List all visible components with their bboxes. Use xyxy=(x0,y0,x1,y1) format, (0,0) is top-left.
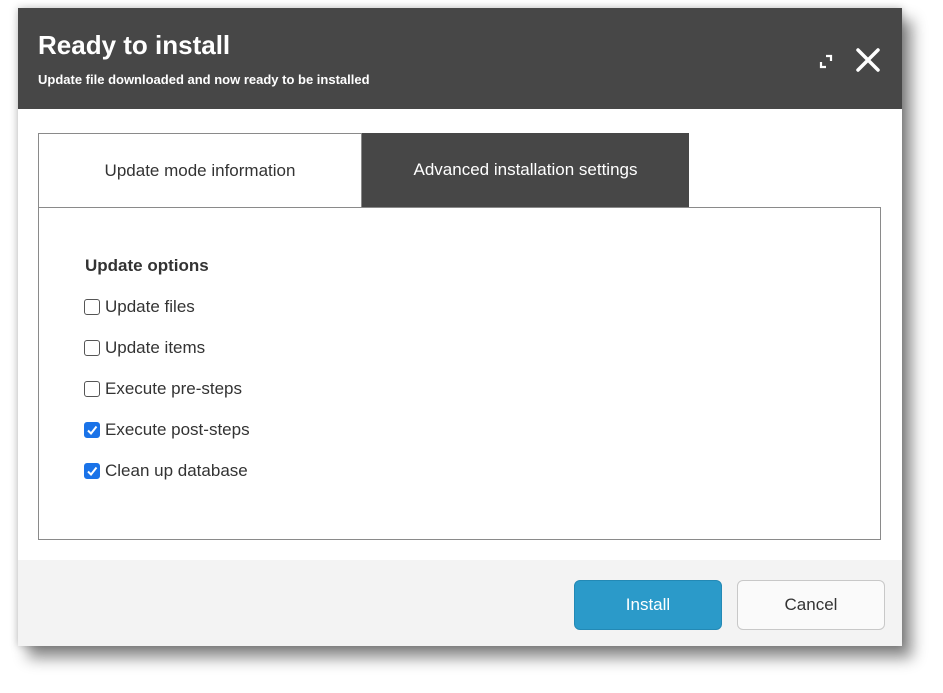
option-execute-pre-steps[interactable]: Execute pre-steps xyxy=(84,378,242,400)
install-dialog: Ready to install Update file downloaded … xyxy=(18,8,902,646)
tab-label: Update mode information xyxy=(104,160,296,180)
option-clean-up-database[interactable]: Clean up database xyxy=(84,460,248,482)
tab-panel: Update options Update files Update items… xyxy=(38,207,881,540)
option-label: Update items xyxy=(105,338,206,357)
execute-pre-steps-checkbox[interactable] xyxy=(84,381,100,397)
dialog-title: Ready to install xyxy=(38,30,231,60)
close-icon[interactable] xyxy=(854,46,882,74)
update-items-checkbox[interactable] xyxy=(84,340,100,356)
tab-update-mode-information[interactable]: Update mode information xyxy=(38,133,362,207)
cancel-button[interactable]: Cancel xyxy=(737,580,885,630)
execute-post-steps-checkbox[interactable] xyxy=(84,422,100,438)
option-label: Clean up database xyxy=(105,461,248,480)
tab-label: Advanced installation settings xyxy=(413,160,638,179)
tab-advanced-installation-settings[interactable]: Advanced installation settings xyxy=(362,133,689,207)
option-label: Execute post-steps xyxy=(105,420,250,439)
clean-up-database-checkbox[interactable] xyxy=(84,463,100,479)
install-button[interactable]: Install xyxy=(574,580,722,630)
maximize-icon[interactable] xyxy=(817,53,835,71)
option-update-files[interactable]: Update files xyxy=(84,296,195,318)
dialog-header: Ready to install Update file downloaded … xyxy=(18,8,902,109)
dialog-footer: Install Cancel xyxy=(18,560,902,646)
dialog-subtitle: Update file downloaded and now ready to … xyxy=(38,72,370,87)
option-execute-post-steps[interactable]: Execute post-steps xyxy=(84,419,250,441)
option-update-items[interactable]: Update items xyxy=(84,337,205,359)
option-label: Execute pre-steps xyxy=(105,379,243,398)
update-options-heading: Update options xyxy=(85,256,209,275)
option-label: Update files xyxy=(105,297,195,316)
dialog-body: Update mode information Advanced install… xyxy=(18,109,902,560)
update-files-checkbox[interactable] xyxy=(84,299,100,315)
